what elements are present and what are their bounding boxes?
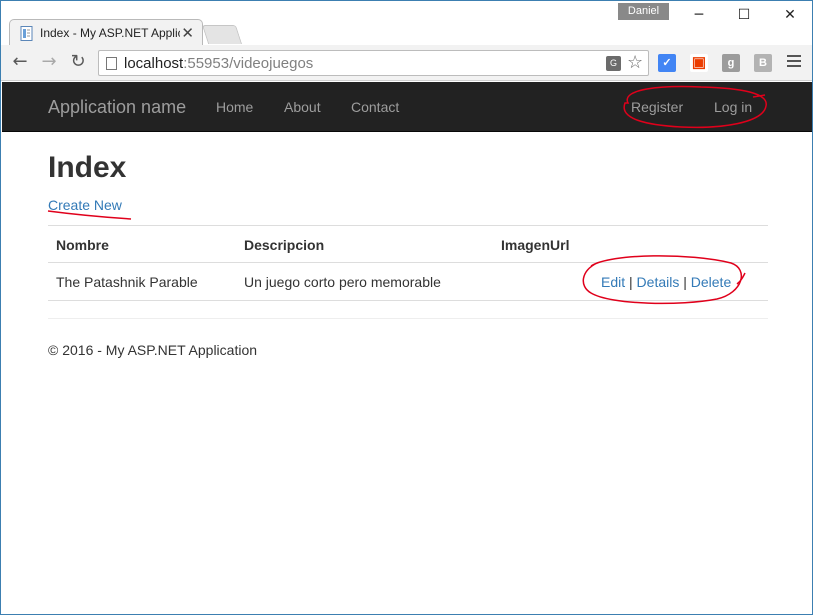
new-tab-button[interactable] bbox=[201, 25, 243, 44]
footer-copyright: © 2016 - My ASP.NET Application bbox=[48, 342, 258, 358]
site-navbar: Application name Home About Contact Regi… bbox=[2, 82, 812, 132]
delete-link[interactable]: Delete bbox=[691, 274, 731, 290]
videojuegos-table: Nombre Descripcion ImagenUrl The Patashn… bbox=[48, 225, 768, 301]
url-host: localhost bbox=[124, 55, 184, 72]
maximize-icon[interactable]: ☐ bbox=[729, 5, 759, 25]
nav-about[interactable]: About bbox=[284, 99, 321, 115]
url-path: :55953/videojuegos bbox=[183, 55, 314, 72]
row-actions: Edit | Details | Delete bbox=[601, 274, 731, 290]
action-separator: | bbox=[629, 274, 633, 290]
details-link[interactable]: Details bbox=[637, 274, 680, 290]
page-viewport: Application name Home About Contact Regi… bbox=[2, 82, 812, 614]
browser-tab-active[interactable]: Index - My ASP.NET Applic ✕ bbox=[9, 19, 203, 45]
minimize-icon[interactable]: ─ bbox=[684, 5, 714, 25]
close-window-icon[interactable]: ✕ bbox=[775, 5, 805, 25]
column-header-nombre: Nombre bbox=[56, 237, 109, 253]
back-arrow-icon[interactable]: ← bbox=[9, 51, 31, 73]
edit-link[interactable]: Edit bbox=[601, 274, 625, 290]
extension-b-icon[interactable]: B bbox=[754, 54, 772, 72]
browser-window: Index - My ASP.NET Applic ✕ Daniel ─ ☐ ✕… bbox=[0, 0, 813, 615]
address-bar[interactable]: localhost:55953/videojuegos G ☆ bbox=[98, 50, 649, 76]
nav-home[interactable]: Home bbox=[216, 99, 253, 115]
table-header-row: Nombre Descripcion ImagenUrl bbox=[48, 226, 768, 263]
document-icon bbox=[20, 26, 33, 41]
url-text[interactable]: localhost:55953/videojuegos bbox=[124, 55, 313, 72]
footer-divider bbox=[48, 318, 768, 319]
tab-title: Index - My ASP.NET Applic bbox=[40, 26, 180, 40]
cell-descripcion: Un juego corto pero memorable bbox=[244, 274, 441, 290]
login-link[interactable]: Log in bbox=[714, 99, 752, 115]
action-separator: | bbox=[683, 274, 687, 290]
create-new-link[interactable]: Create New bbox=[48, 197, 122, 213]
bookmark-star-icon[interactable]: ☆ bbox=[627, 52, 643, 73]
tab-strip: Index - My ASP.NET Applic ✕ Daniel ─ ☐ ✕ bbox=[1, 1, 812, 45]
page-icon bbox=[106, 57, 117, 70]
nav-contact[interactable]: Contact bbox=[351, 99, 399, 115]
register-link[interactable]: Register bbox=[631, 99, 683, 115]
reload-icon[interactable]: ↻ bbox=[67, 51, 89, 73]
table-row: The Patashnik Parable Un juego corto per… bbox=[48, 263, 768, 301]
profile-name-badge[interactable]: Daniel bbox=[618, 3, 669, 20]
close-tab-icon[interactable]: ✕ bbox=[181, 24, 194, 42]
browser-menu-icon[interactable] bbox=[787, 55, 801, 69]
cell-nombre: The Patashnik Parable bbox=[56, 274, 198, 290]
column-header-descripcion: Descripcion bbox=[244, 237, 325, 253]
brand-link[interactable]: Application name bbox=[48, 97, 186, 118]
google-icon[interactable]: g bbox=[722, 54, 740, 72]
office-icon[interactable]: ▣ bbox=[690, 54, 708, 72]
forward-arrow-icon[interactable]: → bbox=[38, 51, 60, 73]
page-title: Index bbox=[48, 151, 127, 184]
browser-toolbar: ← → ↻ localhost:55953/videojuegos G ☆ ✓ … bbox=[1, 45, 812, 81]
translate-icon[interactable]: G bbox=[606, 56, 621, 71]
extension-checkmark-icon[interactable]: ✓ bbox=[658, 54, 676, 72]
column-header-imagenurl: ImagenUrl bbox=[501, 237, 570, 253]
